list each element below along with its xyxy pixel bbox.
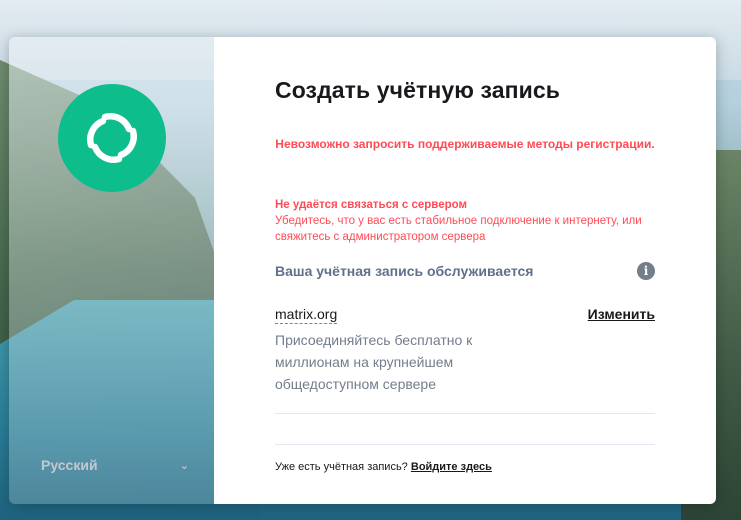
server-error-title: Не удаётся связаться с сервером (275, 199, 467, 211)
server-picker-header: Ваша учётная запись обслуживается i (275, 262, 655, 280)
server-description: Присоединяйтесь бесплатно к миллионам на… (275, 332, 473, 392)
server-name: matrix.org (275, 306, 338, 324)
element-logo-icon (58, 84, 166, 192)
info-icon[interactable]: i (637, 262, 655, 280)
signin-prompt: Уже есть учётная запись? Войдите здесь (275, 461, 492, 473)
registration-error-message: Невозможно запросить поддерживаемые мето… (275, 137, 655, 151)
element-logo-glyph (87, 113, 137, 163)
server-row: matrix.org Изменить (275, 306, 655, 324)
language-selector[interactable]: Русский ⌄ (41, 454, 189, 476)
server-error-detail: Убедитесь, что у вас есть стабильное под… (275, 215, 642, 243)
chevron-down-icon: ⌄ (179, 459, 189, 472)
auth-body-pane: Создать учётную запись Невозможно запрос… (214, 37, 716, 504)
server-error-message: Не удаётся связаться с сервером Убедитес… (275, 197, 675, 245)
page-title: Создать учётную запись (275, 77, 560, 103)
signin-prompt-text: Уже есть учётная запись? (275, 461, 408, 473)
auth-dialog: Русский ⌄ Создать учётную запись Невозмо… (9, 37, 716, 504)
divider (275, 444, 655, 445)
edit-server-button[interactable]: Изменить (588, 306, 655, 322)
hosted-on-label: Ваша учётная запись обслуживается (275, 263, 534, 279)
language-label: Русский (41, 457, 98, 473)
auth-header-pane: Русский ⌄ (9, 37, 214, 504)
signin-link[interactable]: Войдите здесь (411, 461, 492, 473)
divider (275, 413, 655, 414)
